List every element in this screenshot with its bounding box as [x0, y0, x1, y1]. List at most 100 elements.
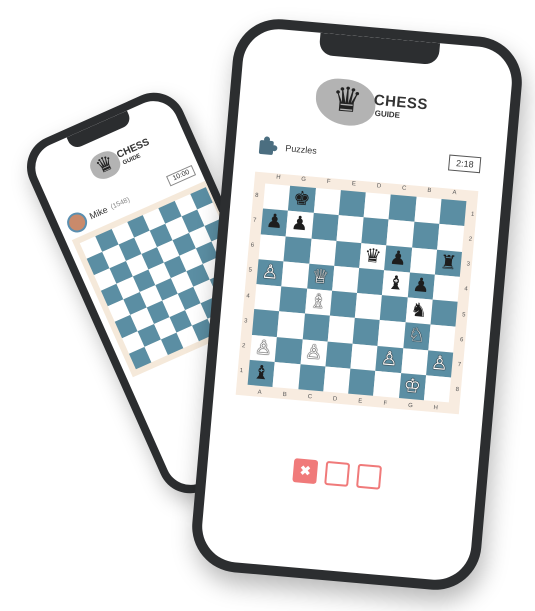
chess-piece[interactable]: ♟: [265, 211, 284, 233]
board-square[interactable]: [423, 375, 452, 403]
board-square[interactable]: [329, 290, 358, 319]
board-square[interactable]: [352, 318, 380, 346]
chess-piece[interactable]: ♟: [290, 213, 309, 235]
board-square[interactable]: ♝: [247, 359, 275, 387]
board-square[interactable]: [281, 261, 309, 289]
board-square[interactable]: [251, 309, 280, 337]
front-phone: ♛ CHESS GUIDE Puzzles 2:18 H G F E D C B A A B C D…: [188, 15, 526, 594]
board-square[interactable]: [297, 364, 326, 392]
board-square[interactable]: [274, 336, 303, 365]
chess-piece[interactable]: ♚: [292, 188, 311, 210]
rank-label: 6: [459, 336, 464, 344]
board-square[interactable]: [400, 347, 429, 376]
board-square[interactable]: [277, 311, 305, 339]
chess-piece[interactable]: ♟: [389, 247, 408, 269]
chess-piece[interactable]: ♛: [363, 245, 382, 267]
board-square[interactable]: [411, 221, 440, 250]
board-square[interactable]: ♙: [375, 345, 403, 373]
board-square[interactable]: [279, 286, 307, 314]
front-phone-screen: ♛ CHESS GUIDE Puzzles 2:18 H G F E D C B A A B C D…: [199, 26, 515, 583]
board-square[interactable]: [338, 190, 366, 218]
board-square[interactable]: [377, 320, 406, 348]
board-square[interactable]: [430, 299, 458, 327]
board-square[interactable]: [313, 187, 341, 216]
board-square[interactable]: [323, 366, 351, 394]
board-square[interactable]: [350, 343, 378, 371]
file-label: H: [275, 174, 281, 181]
board-square[interactable]: ♟: [260, 208, 289, 237]
board-square[interactable]: ♚: [288, 185, 316, 214]
board-square[interactable]: ♙: [300, 338, 328, 367]
chess-piece[interactable]: ♗: [309, 291, 328, 313]
board-square[interactable]: ♟: [384, 244, 412, 273]
board-square[interactable]: [361, 217, 389, 245]
board-grid[interactable]: ♚ ♟ ♟ ♛ ♟ ♜ ♙ ♕ ♝ ♟ ♗ ♞ ♘ ♙ ♙ ♙ ♙ ♝ ♔: [247, 183, 467, 403]
file-label: D: [332, 396, 338, 403]
board-square[interactable]: [302, 313, 330, 342]
chess-piece[interactable]: ♟: [412, 275, 431, 297]
chess-piece[interactable]: ♝: [252, 362, 271, 384]
board-square[interactable]: ♙: [249, 334, 278, 362]
board-square[interactable]: [325, 341, 353, 369]
board-square[interactable]: [336, 215, 364, 243]
board-square[interactable]: ♙: [425, 349, 454, 378]
chess-piece[interactable]: ♞: [409, 300, 428, 322]
board-square[interactable]: [308, 238, 337, 266]
board-square[interactable]: ♝: [382, 270, 410, 298]
board-square[interactable]: [428, 324, 456, 353]
chess-piece[interactable]: ♔: [403, 375, 422, 397]
rank-label: 3: [243, 318, 248, 325]
board-square[interactable]: [386, 219, 414, 248]
chess-piece[interactable]: ♕: [311, 266, 330, 288]
board-square[interactable]: ♘: [402, 322, 431, 350]
board-square[interactable]: [413, 196, 442, 225]
board-square[interactable]: [436, 224, 465, 252]
board-square[interactable]: ♕: [306, 263, 335, 291]
board-square[interactable]: [272, 361, 301, 390]
board-square[interactable]: ♟: [285, 210, 314, 239]
board-square[interactable]: [254, 284, 282, 312]
board-square[interactable]: [388, 194, 417, 222]
file-label: E: [357, 398, 363, 405]
board-square[interactable]: [354, 292, 383, 321]
board-square[interactable]: ♛: [359, 242, 387, 271]
board-square[interactable]: ♗: [304, 288, 332, 316]
file-label: B: [282, 391, 287, 399]
board-square[interactable]: ♙: [256, 258, 284, 287]
board-square[interactable]: [283, 236, 312, 264]
file-label: G: [407, 402, 414, 410]
board-square[interactable]: [373, 370, 401, 398]
board-square[interactable]: [311, 213, 339, 241]
board-square[interactable]: [262, 183, 291, 211]
avatar: [63, 209, 91, 236]
board-square[interactable]: [334, 240, 362, 268]
board-square[interactable]: [348, 368, 376, 396]
answer-attempts: ✖: [292, 458, 383, 490]
board-square[interactable]: [357, 267, 385, 296]
board-square[interactable]: ♞: [405, 297, 433, 325]
chess-piece[interactable]: ♝: [386, 272, 405, 294]
chess-piece[interactable]: ♜: [439, 252, 458, 274]
chess-piece[interactable]: ♙: [430, 352, 449, 374]
board-square[interactable]: [363, 192, 391, 220]
board-square[interactable]: [439, 198, 467, 227]
board-square[interactable]: ♔: [398, 372, 426, 401]
chess-piece[interactable]: ♙: [304, 341, 323, 363]
rank-label: 2: [468, 236, 473, 243]
board-square[interactable]: ♟: [407, 272, 435, 300]
board-square[interactable]: [409, 247, 437, 275]
board-square[interactable]: [331, 265, 360, 293]
chess-piece[interactable]: ♙: [380, 348, 399, 370]
crown-icon: ♛: [330, 80, 364, 121]
board-square[interactable]: [327, 315, 355, 344]
file-label: C: [401, 185, 407, 192]
wrong-attempt-box: ✖: [292, 458, 319, 485]
chess-piece[interactable]: ♘: [407, 325, 426, 347]
board-square[interactable]: [379, 295, 408, 323]
chess-piece[interactable]: ♙: [254, 337, 273, 359]
chess-piece[interactable]: ♙: [261, 261, 280, 283]
board-square[interactable]: ♜: [434, 249, 463, 277]
board-square[interactable]: [432, 274, 460, 302]
board-square[interactable]: [258, 233, 286, 262]
file-label: H: [433, 405, 439, 412]
